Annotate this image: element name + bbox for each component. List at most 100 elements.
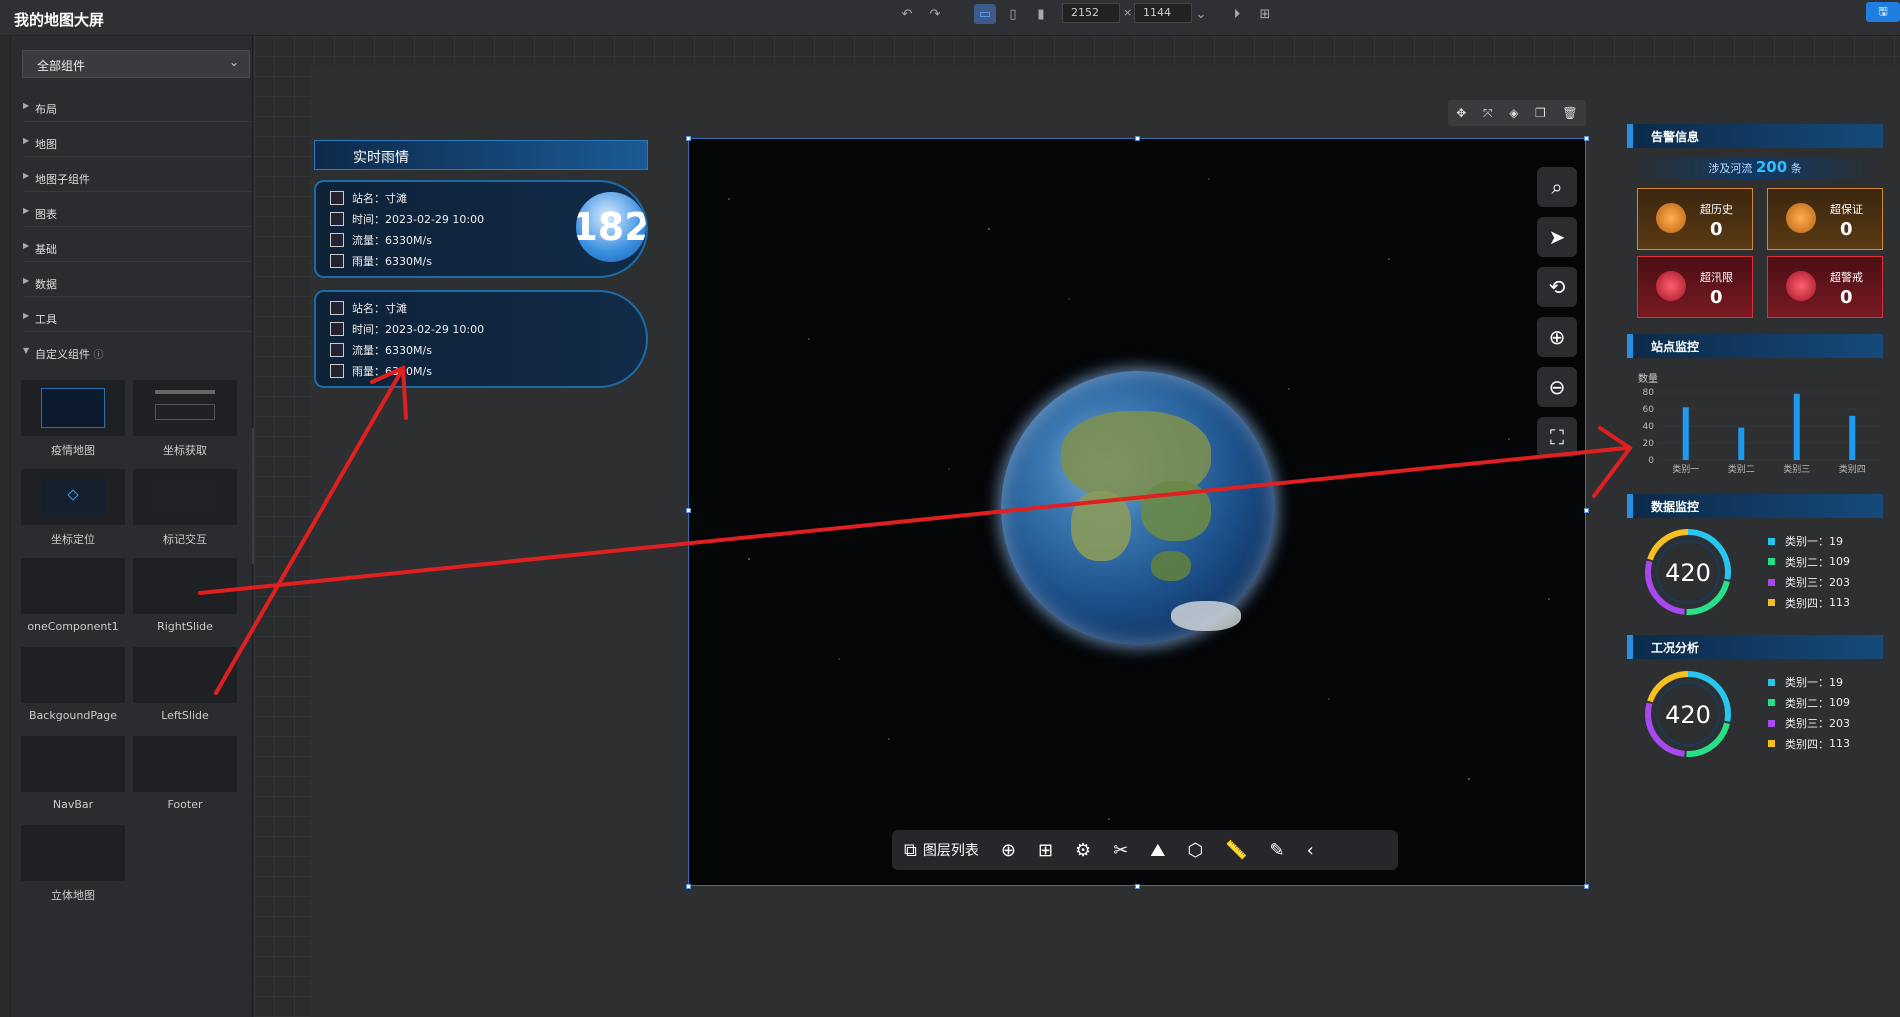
component-coord-locate[interactable]: 坐标定位 bbox=[21, 469, 125, 547]
component-onecomponent1[interactable]: oneComponent1 bbox=[21, 558, 125, 633]
fit-icon[interactable]: ⤧ bbox=[1483, 106, 1493, 121]
ruler-icon[interactable]: 📏 bbox=[1225, 840, 1247, 861]
work-analysis-legend: 类别一： 19 类别二： 109 类别三： 203 类别四： 113 bbox=[1768, 672, 1850, 754]
zoom-in-icon[interactable]: ⊕ bbox=[1537, 317, 1577, 357]
layers-icon[interactable]: ◈ bbox=[1509, 106, 1518, 120]
earth-globe[interactable] bbox=[1001, 371, 1275, 645]
chart-bar bbox=[1849, 415, 1856, 460]
copy-icon[interactable]: ❐ bbox=[1535, 106, 1546, 120]
fullscreen-icon[interactable]: ⛶ bbox=[1537, 417, 1577, 457]
preview-icon[interactable]: ⏵ bbox=[1226, 4, 1248, 24]
component-footer[interactable]: Footer bbox=[133, 736, 237, 811]
alert-box-flood-limit[interactable]: 超汛限 0 bbox=[1637, 256, 1753, 318]
category-layout[interactable]: ▶ 布局 bbox=[23, 88, 251, 122]
add-icon[interactable]: ⊕ bbox=[1001, 840, 1016, 861]
component-thumbnail bbox=[21, 380, 125, 436]
help-icon[interactable]: ⓘ bbox=[94, 350, 104, 361]
terrain-icon[interactable]: ⛰ bbox=[1150, 840, 1165, 861]
category-custom[interactable]: ▼ 自定义组件 ⓘ bbox=[23, 333, 251, 367]
image-icon bbox=[330, 254, 344, 268]
resize-handle[interactable] bbox=[1135, 884, 1140, 889]
resize-handle[interactable] bbox=[1584, 136, 1589, 141]
alert-box-warning[interactable]: 超警戒 0 bbox=[1767, 256, 1883, 318]
rain-panel-header: 实时雨情 bbox=[314, 140, 648, 170]
component-backgoundpage[interactable]: BackgoundPage bbox=[21, 647, 125, 722]
layer-list-button[interactable]: 图层列表 bbox=[923, 840, 979, 860]
category-map-sub[interactable]: ▶ 地图子组件 bbox=[23, 158, 251, 192]
chart-bar bbox=[1738, 427, 1745, 460]
alerts-header: 告警信息 bbox=[1627, 124, 1883, 148]
component-coord-get[interactable]: 坐标获取 bbox=[133, 380, 237, 458]
data-monitor-legend: 类别一： 19 类别二： 109 类别三： 203 类别四： 113 bbox=[1768, 531, 1850, 613]
component-navbar[interactable]: NavBar bbox=[21, 736, 125, 811]
alert-box-history[interactable]: 超历史 0 bbox=[1637, 188, 1753, 250]
pencil-icon[interactable]: ✎ bbox=[1270, 840, 1285, 861]
redo-icon[interactable]: ↷ bbox=[924, 4, 946, 24]
gear-icon[interactable]: ⚙ bbox=[1075, 840, 1091, 861]
component-sidebar: 全部组件 ⌄ ▶ 布局 ▶ 地图 ▶ 地图子组件 ▶ 图表 ▶ 基础 ▶ 数据 ▶ 工具 ▼ 自… bbox=[11, 36, 253, 1017]
top-toolbar: 我的地图大屏 ↶ ↷ ▭ ▯ ▮ 2152 × 1144 ⌄ ⏵ ⊞ 🖫 bbox=[0, 0, 1900, 36]
mobile-view-icon[interactable]: ▮ bbox=[1030, 4, 1052, 24]
legend-item: 类别四： 113 bbox=[1768, 593, 1850, 614]
caret-down-icon: ▼ bbox=[23, 346, 30, 355]
trash-icon[interactable]: 🗑 bbox=[1562, 106, 1577, 120]
move-icon[interactable]: ✥ bbox=[1456, 106, 1466, 120]
category-tools[interactable]: ▶ 工具 bbox=[23, 298, 251, 332]
save-button[interactable]: 🖫 bbox=[1866, 2, 1900, 22]
component-marker-interact[interactable]: 标记交互 bbox=[133, 469, 237, 547]
search-icon[interactable]: ⌕ bbox=[1537, 167, 1577, 207]
resize-handle[interactable] bbox=[1584, 508, 1589, 513]
donut-ring: 420 bbox=[1645, 671, 1731, 757]
y-tick-label: 40 bbox=[1643, 422, 1655, 432]
grid-icon[interactable]: ⊞ bbox=[1254, 4, 1276, 24]
alert-box-guarantee[interactable]: 超保证 0 bbox=[1767, 188, 1883, 250]
canvas-height-input[interactable]: 1144 bbox=[1134, 3, 1192, 23]
component-epidemic-map[interactable]: 疫情地图 bbox=[21, 380, 125, 458]
category-map[interactable]: ▶ 地图 bbox=[23, 123, 251, 157]
layers-icon[interactable]: ⧉ bbox=[904, 840, 917, 861]
rain-amount-row: 雨量：6330M/s bbox=[330, 363, 432, 379]
history-icon[interactable]: ⟲ bbox=[1537, 267, 1577, 307]
scissors-icon[interactable]: ✂ bbox=[1113, 840, 1128, 861]
component-filter-dropdown[interactable]: 全部组件 ⌄ bbox=[22, 50, 250, 78]
chevron-left-icon[interactable]: ‹ bbox=[1307, 840, 1314, 861]
chevron-down-icon[interactable]: ⌄ bbox=[1190, 4, 1212, 24]
legend-item: 类别三： 203 bbox=[1768, 572, 1850, 593]
legend-item: 类别三： 203 bbox=[1768, 713, 1850, 734]
x-tick-label: 类别二 bbox=[1728, 463, 1755, 475]
river-summary: 涉及河流 200 条 bbox=[1630, 158, 1880, 180]
resize-handle[interactable] bbox=[686, 884, 691, 889]
zoom-out-icon[interactable]: ⊖ bbox=[1537, 367, 1577, 407]
category-basic[interactable]: ▶ 基础 bbox=[23, 228, 251, 262]
image-icon bbox=[330, 233, 344, 247]
category-chart[interactable]: ▶ 图表 bbox=[23, 193, 251, 227]
category-data[interactable]: ▶ 数据 bbox=[23, 263, 251, 297]
work-analysis-header: 工况分析 bbox=[1627, 635, 1883, 659]
undo-icon[interactable]: ↶ bbox=[896, 4, 918, 24]
station-bar-chart: 数量 80 60 40 20 0 类别一 类别二 类别三 类别四 bbox=[1638, 372, 1880, 475]
rain-card[interactable]: 站名：寸滩 时间：2023-02-29 10:00 流量：6330M/s 雨量：… bbox=[314, 290, 648, 388]
rain-amount-row: 雨量：6330M/s bbox=[330, 253, 432, 269]
resize-handle[interactable] bbox=[1135, 136, 1140, 141]
component-thumbnail bbox=[21, 558, 125, 614]
tablet-view-icon[interactable]: ▯ bbox=[1002, 4, 1024, 24]
compass-icon[interactable]: ➤ bbox=[1537, 217, 1577, 257]
donut-chart: 420 bbox=[1640, 666, 1736, 762]
grid-icon[interactable]: ⊞ bbox=[1038, 840, 1053, 861]
canvas-width-input[interactable]: 2152 bbox=[1062, 3, 1120, 23]
cube-icon[interactable]: ⬡ bbox=[1187, 840, 1203, 861]
globe-map[interactable]: ⌕ ➤ ⟲ ⊕ ⊖ ⛶ bbox=[688, 138, 1586, 886]
resize-handle[interactable] bbox=[686, 136, 691, 141]
component-leftslide[interactable]: LeftSlide bbox=[133, 647, 237, 722]
image-icon bbox=[330, 322, 344, 336]
legend-item: 类别四： 113 bbox=[1768, 734, 1850, 755]
desktop-view-icon[interactable]: ▭ bbox=[974, 4, 996, 24]
resize-handle[interactable] bbox=[1584, 884, 1589, 889]
component-rightslide[interactable]: RightSlide bbox=[133, 558, 237, 633]
rain-time-row: 时间：2023-02-29 10:00 bbox=[330, 321, 484, 337]
resize-handle[interactable] bbox=[686, 508, 691, 513]
component-3d-map[interactable]: 立体地图 bbox=[21, 825, 125, 903]
caret-right-icon: ▶ bbox=[23, 171, 30, 180]
chevron-down-icon: ⌄ bbox=[228, 55, 239, 69]
component-thumbnail bbox=[21, 469, 125, 525]
